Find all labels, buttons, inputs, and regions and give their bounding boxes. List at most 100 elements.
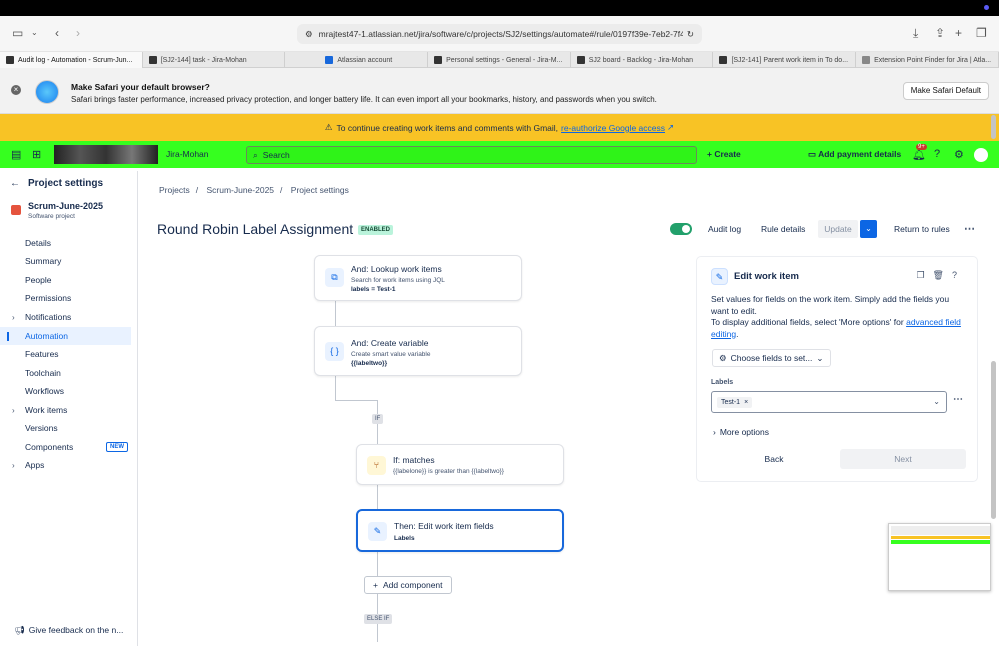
chevron-right-icon: › xyxy=(12,460,15,470)
address-bar[interactable]: ⚙ mrajtest47-1.atlassian.net/jira/softwa… xyxy=(297,24,702,44)
trash-icon[interactable]: 🗑︎ xyxy=(933,270,952,280)
sidebar-item-automation[interactable]: Automation xyxy=(0,327,131,345)
audit-log-button[interactable]: Audit log xyxy=(708,224,741,234)
more-options-toggle[interactable]: › More options xyxy=(713,427,769,437)
add-component-button[interactable]: + Add component xyxy=(364,576,452,594)
update-dropdown-chevron-icon[interactable]: ⌄ xyxy=(860,220,877,238)
labels-field-label: Labels xyxy=(711,379,734,386)
make-safari-default-button[interactable]: Make Safari Default xyxy=(902,82,989,100)
rule-enabled-toggle[interactable] xyxy=(670,223,692,235)
breadcrumb-settings[interactable]: Project settings xyxy=(291,185,349,195)
site-settings-icon[interactable]: ⚙ xyxy=(305,29,313,40)
remove-chip-icon[interactable]: × xyxy=(744,399,748,406)
sidebar-item-permissions[interactable]: Permissions xyxy=(0,289,131,307)
search-input[interactable]: ⌕ Search xyxy=(246,146,697,164)
choose-fields-dropdown[interactable]: ⚙ Choose fields to set... ⌄ xyxy=(712,349,831,367)
return-to-rules-button[interactable]: Return to rules xyxy=(894,224,950,234)
rule-details-button[interactable]: Rule details xyxy=(761,224,805,234)
sidebar-item-notifications[interactable]: › Notifications xyxy=(0,308,131,326)
download-icon[interactable]: ⤓ xyxy=(913,26,918,41)
sidebar-item-components[interactable]: Components NEW xyxy=(0,438,131,456)
browser-tab[interactable]: Audit log - Automation - Scrum-Jun... xyxy=(0,52,143,68)
forward-arrow-icon[interactable]: › xyxy=(76,26,80,40)
browser-tab[interactable]: SJ2 board - Backlog - Jira-Mohan xyxy=(571,52,714,68)
labels-field[interactable]: Test-1 × ⌄ xyxy=(711,391,947,413)
panel-tools: ❐🗑︎? xyxy=(916,270,965,281)
sidebar-toggle-icon[interactable]: ▭ xyxy=(12,26,23,40)
app-switcher-icon[interactable]: ⊞ xyxy=(32,148,41,161)
tab-label: Audit log - Automation - Scrum-Jun... xyxy=(18,56,133,64)
screenshot-thumbnail[interactable] xyxy=(888,523,991,591)
new-badge: NEW xyxy=(106,442,128,452)
scrollbar-thumb[interactable] xyxy=(991,115,996,139)
warning-icon: ⚠ xyxy=(324,122,333,132)
condition-branch-icon: ⑂ xyxy=(367,456,386,475)
else-if-tag: ELSE IF xyxy=(364,614,393,624)
sidebar-item-workflows[interactable]: Workflows xyxy=(0,382,131,400)
browser-tab[interactable]: Atlassian account xyxy=(285,52,429,68)
lookup-icon: ⧉ xyxy=(325,268,344,287)
sidebar-item-toolchain[interactable]: Toolchain xyxy=(0,364,131,382)
project-name: Scrum-June-2025 xyxy=(28,201,104,211)
chevron-down-icon: ⌄ xyxy=(816,353,824,363)
add-payment-button[interactable]: ▭ Add payment details xyxy=(808,149,901,160)
back-button[interactable]: Back xyxy=(711,449,837,469)
chevron-down-icon[interactable]: ⌄ xyxy=(31,28,38,37)
browser-tab[interactable]: [SJ2-141] Parent work item in To do... xyxy=(713,52,857,68)
browser-tab[interactable]: Personal settings - General - Jira-M... xyxy=(428,52,571,68)
gear-icon: ⚙ xyxy=(719,353,727,363)
megaphone-icon: 📢︎ xyxy=(14,625,25,635)
reauthorize-link[interactable]: re-authorize Google access xyxy=(561,123,665,133)
sidebar-item-people[interactable]: People xyxy=(0,271,131,289)
back-arrow-icon[interactable]: ‹ xyxy=(55,26,59,40)
sidebar-item-label: Work items xyxy=(25,405,68,415)
sidebar-item-summary[interactable]: Summary xyxy=(0,252,131,270)
next-button[interactable]: Next xyxy=(840,449,966,469)
component-variable-card[interactable]: { } And: Create variable Create smart va… xyxy=(314,326,522,376)
tab-overview-icon[interactable]: ❐ xyxy=(976,26,987,40)
notification-badge: 9+ xyxy=(916,144,927,150)
create-button[interactable]: + Create xyxy=(707,149,741,159)
breadcrumb-projects[interactable]: Projects xyxy=(159,185,190,195)
gear-icon[interactable]: ⚙ xyxy=(954,148,964,161)
site-logo[interactable] xyxy=(54,145,158,164)
search-icon: ⌕ xyxy=(253,149,258,160)
help-icon[interactable]: ? xyxy=(952,270,965,280)
sidebar-item-work-items[interactable]: › Work items xyxy=(0,401,131,419)
description-line: To display additional fields, select 'Mo… xyxy=(711,317,904,327)
update-button[interactable]: Update xyxy=(818,220,858,238)
sidebar-item-label: Features xyxy=(25,349,59,359)
sidebar-item-apps[interactable]: › Apps xyxy=(0,456,131,474)
component-condition-card[interactable]: ⑂ If: matches {{labelone}} is greater th… xyxy=(356,444,564,485)
sidebar-toggle-icon[interactable]: ▤ xyxy=(11,148,21,161)
scrollbar-thumb[interactable] xyxy=(991,361,996,519)
sidebar-item-features[interactable]: Features xyxy=(0,345,131,363)
component-action-card[interactable]: ✎ Then: Edit work item fields Labels xyxy=(356,509,564,552)
labels-more-icon[interactable]: ⋯ xyxy=(953,394,963,405)
browser-tab[interactable]: Extension Point Finder for Jira | Atla..… xyxy=(856,52,999,68)
card-value: labels = Test-1 xyxy=(351,286,396,293)
chevron-down-icon[interactable]: ⌄ xyxy=(933,397,940,406)
back-to-project-settings[interactable]: ← Project settings xyxy=(10,178,111,189)
give-feedback-link[interactable]: 📢︎ Give feedback on the n... xyxy=(14,625,123,636)
breadcrumb-project[interactable]: Scrum-June-2025 xyxy=(206,185,274,195)
tab-label: Atlassian account xyxy=(337,56,393,64)
sidebar-item-versions[interactable]: Versions xyxy=(0,419,131,437)
more-actions-icon[interactable]: ⋯ xyxy=(964,222,975,235)
site-name[interactable]: Jira-Mohan xyxy=(166,149,209,159)
browser-tab[interactable]: [SJ2-144] task - Jira-Mohan xyxy=(143,52,286,68)
reload-icon[interactable]: ↻ xyxy=(687,29,694,40)
project-type: Software project xyxy=(28,213,75,220)
share-icon[interactable]: ⇪ xyxy=(935,26,945,40)
new-tab-icon[interactable]: + xyxy=(955,26,962,40)
sidebar-item-label: Workflows xyxy=(25,386,65,396)
help-icon[interactable]: ? xyxy=(934,148,940,160)
plus-icon: + xyxy=(373,580,378,590)
component-lookup-card[interactable]: ⧉ And: Lookup work items Search for work… xyxy=(314,255,522,301)
copy-icon[interactable]: ❐ xyxy=(916,270,932,280)
avatar[interactable] xyxy=(974,148,988,162)
close-icon[interactable]: × xyxy=(11,85,21,95)
gmail-banner-text: To continue creating work items and comm… xyxy=(336,122,559,133)
sidebar-item-details[interactable]: Details xyxy=(0,234,131,252)
panel-description: Set values for fields on the work item. … xyxy=(711,294,961,339)
